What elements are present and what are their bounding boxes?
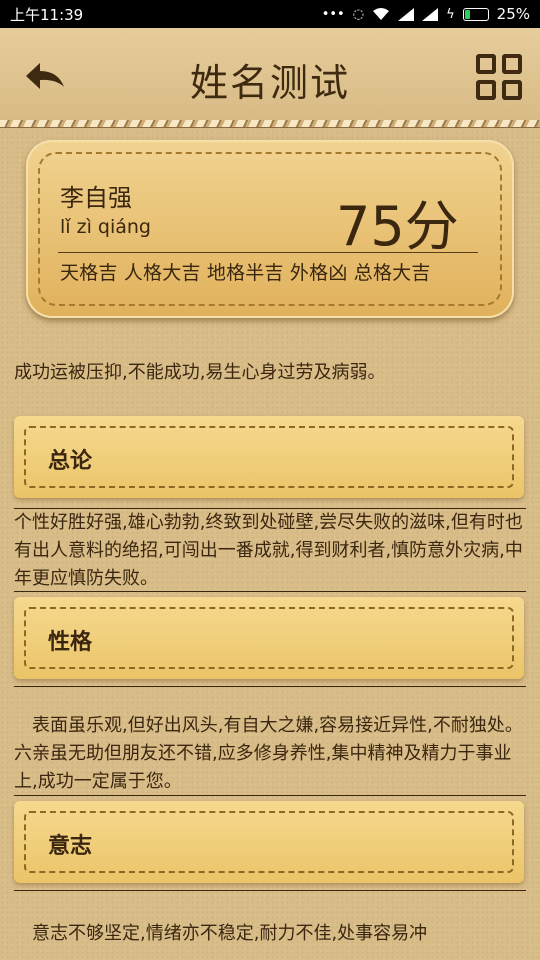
grid-menu-button[interactable] [476, 54, 522, 100]
header-stitch-border [0, 120, 540, 128]
sync-icon: ◌ [352, 6, 365, 22]
name-text: 李自强 [60, 184, 132, 212]
section-body-willpower: 意志不够坚定,情绪亦不稳定,耐力不佳,处事容易冲 [14, 923, 428, 944]
battery-level [464, 9, 471, 19]
section-body-general: 个性好胜好强,雄心勃勃,终致到处碰壁,尝尽失败的滋味,但有时也有出人意料的绝招,… [14, 512, 523, 589]
status-time: 上午11:39 [10, 5, 84, 24]
page-title: 姓名测试 [189, 61, 350, 105]
more-dots-icon: ••• [321, 6, 345, 22]
section-header-general: 总论 [14, 416, 524, 498]
summary-text: 成功运被压抑,不能成功,易生心身过劳及病弱。 [14, 362, 386, 383]
app-header: 姓名测试 [0, 28, 540, 128]
signal-icon-2 [422, 7, 439, 21]
score-text: 75分 [336, 195, 459, 258]
signal-icon-1 [398, 7, 415, 21]
section-title: 意志 [48, 834, 93, 859]
wifi-icon [373, 8, 390, 20]
battery-icon [462, 7, 489, 21]
battery-percent: 25% [496, 5, 530, 23]
section-body-personality: 表面虽乐观,但好出风头,有自大之嫌,容易接近异性,不耐独处。六亲虽无助但朋友还不… [14, 715, 523, 792]
section-header-willpower: 意志 [14, 801, 524, 883]
status-bar: 上午11:39 ••• ◌ ϟ 25% [0, 0, 540, 28]
grades-text: 天格吉 人格大吉 地格半吉 外格凶 总格大吉 [60, 262, 431, 284]
pinyin-text: lǐ zì qiáng [60, 216, 151, 238]
charging-icon: ϟ [446, 6, 455, 22]
section-header-personality: 性格 [14, 597, 524, 679]
section-title: 总论 [48, 449, 93, 474]
grid-icon [476, 54, 496, 74]
section-title: 性格 [48, 630, 93, 655]
card-divider [58, 252, 478, 253]
